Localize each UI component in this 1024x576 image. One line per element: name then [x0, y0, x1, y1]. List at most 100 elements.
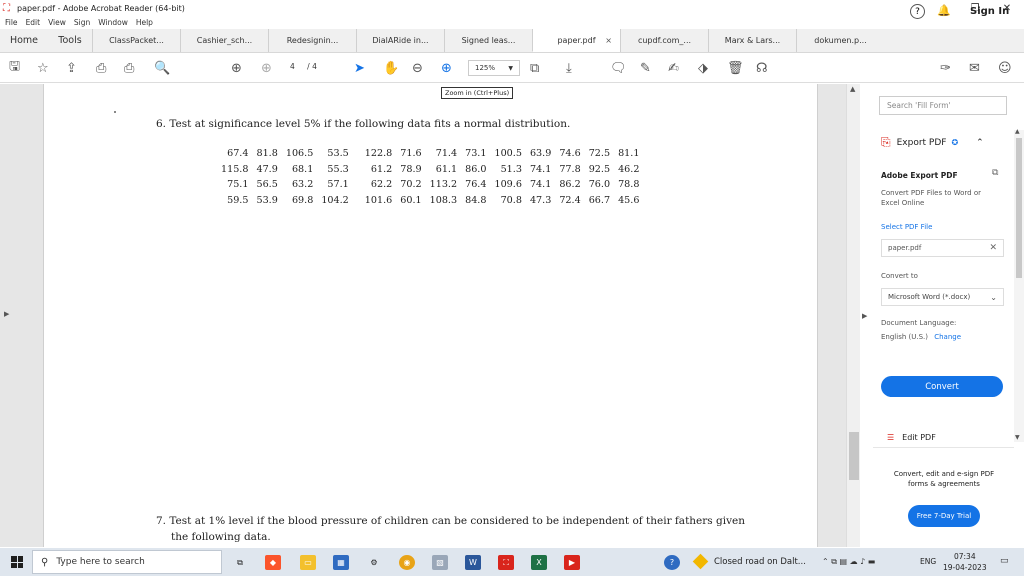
help-icon[interactable]: ? [910, 4, 925, 19]
fill-sign-icon[interactable]: ✑ [940, 60, 951, 76]
panel-scrollbar[interactable] [1014, 130, 1024, 442]
stamp-icon[interactable]: ⬗ [698, 60, 708, 76]
free-trial-button[interactable]: Free 7-Day Trial [908, 505, 980, 527]
table-cell: 53.5 [327, 148, 349, 160]
copy-icon[interactable]: ⧉ [992, 168, 998, 178]
export-description: Convert PDF Files to Word or Excel Onlin… [881, 189, 981, 207]
document-scrollbar[interactable]: ▲ [846, 84, 860, 547]
settings-gear-icon[interactable]: ⚙ [366, 555, 382, 570]
clock-date: 19-04-2023 [943, 563, 987, 572]
find-zoom-icon[interactable]: 🔍 [154, 60, 170, 76]
prev-page-icon[interactable]: ⊕ [231, 60, 242, 76]
edit-pdf-tool[interactable]: ☰ Edit PDF [887, 433, 936, 442]
input-language[interactable]: ENG [920, 557, 936, 566]
scroll-thumb[interactable] [849, 432, 859, 480]
tab-doc[interactable]: Cashier_sch... [180, 29, 268, 52]
tab-doc[interactable]: ClassPacket... [92, 29, 180, 52]
export-pdf-header[interactable]: ⎘ Export PDF ✪ ⌃ [881, 135, 984, 150]
table-cell: 56.5 [256, 179, 278, 191]
zoom-out-icon[interactable]: ⊖ [412, 60, 423, 76]
highlight-pen-icon[interactable]: ✎ [640, 60, 651, 76]
upload-cloud-icon[interactable]: ⇪ [66, 60, 77, 76]
scroll-mode-icon[interactable]: ⤓ [566, 60, 572, 76]
menu-sign[interactable]: Sign [74, 18, 90, 27]
save-icon[interactable]: 🖫 [9, 59, 20, 76]
menu-window[interactable]: Window [98, 18, 128, 27]
panel-scroll-down-icon[interactable]: ▼ [1015, 434, 1020, 441]
document-area[interactable]: ▶ 6. Test at significance level 5% if th… [0, 84, 846, 547]
tab-doc-active[interactable]: paper.pdf × [532, 29, 620, 52]
notifications-icon[interactable]: ▭ [1000, 556, 1009, 566]
page-current[interactable]: 4 [290, 62, 295, 71]
acrobat-taskbar-icon[interactable]: ⛶ [498, 555, 514, 570]
tab-doc[interactable]: Redesignin... [268, 29, 356, 52]
file-field[interactable]: paper.pdf ✕ [881, 239, 1004, 257]
tab-doc[interactable]: cupdf.com_... [620, 29, 708, 52]
draw-icon[interactable]: ✍ [668, 60, 679, 76]
page-indicator[interactable]: 4 / 4 [290, 62, 317, 71]
tab-doc[interactable]: Signed leas... [444, 29, 532, 52]
clock[interactable]: 07:34 19-04-2023 [943, 551, 987, 573]
close-tab-icon[interactable]: × [605, 36, 612, 45]
bookmark-star-icon[interactable]: ☆ [37, 60, 49, 76]
export-status-icon: ✪ [951, 138, 959, 147]
menu-file[interactable]: File [5, 18, 18, 27]
menu-view[interactable]: View [48, 18, 66, 27]
mail-icon[interactable]: ✉ [969, 60, 980, 76]
zoom-select[interactable]: 125% ▼ [468, 60, 520, 76]
next-page-icon[interactable]: ⊕ [261, 60, 272, 76]
share-file-icon[interactable]: ⎙ [96, 60, 106, 76]
convert-to-select[interactable]: Microsoft Word (*.docx) ⌄ [881, 288, 1004, 306]
photos-icon[interactable]: ▧ [432, 555, 448, 570]
chrome-icon[interactable]: ◉ [399, 555, 415, 570]
tab-home[interactable]: Home [0, 29, 48, 52]
bell-icon[interactable]: 🔔 [937, 4, 951, 17]
page-display-icon[interactable]: ⧉ [530, 60, 539, 76]
tab-doc[interactable]: dokumen.p... [796, 29, 884, 52]
comment-icon[interactable]: 🗨 [610, 60, 627, 76]
panel-scroll-thumb[interactable] [1016, 138, 1022, 278]
file-explorer-icon[interactable]: ▭ [300, 555, 316, 570]
table-cell: 73.1 [465, 148, 487, 160]
tab-tools[interactable]: Tools [48, 29, 92, 52]
table-cell: 71.4 [435, 148, 458, 160]
weather-widget[interactable]: Closed road on Dalt... [692, 553, 806, 570]
taskbar-search-input[interactable]: ⚲ Type here to search [32, 550, 222, 574]
system-tray-icons[interactable]: ⌃ ⧉ ▤ ☁ ♪ ▬ [822, 557, 875, 567]
print-icon[interactable]: ⎙ [124, 60, 134, 76]
tab-label: Signed leas... [461, 36, 516, 45]
select-arrow-icon[interactable]: ➤ [354, 60, 365, 76]
brave-browser-icon[interactable]: ◆ [265, 555, 281, 570]
change-language-link[interactable]: Change [934, 333, 961, 341]
hand-tool-icon[interactable]: ✋ [383, 60, 399, 76]
left-pane-toggle-icon[interactable]: ▶ [4, 310, 9, 318]
link-icon[interactable]: ☊ [756, 60, 768, 76]
sign-in-button[interactable]: Sign In [970, 6, 1009, 17]
search-fill-form-input[interactable]: Search 'Fill Form' [879, 96, 1007, 115]
excel-icon[interactable]: X [531, 555, 547, 570]
select-file-link[interactable]: Select PDF File [881, 223, 932, 231]
edit-pdf-label: Edit PDF [902, 433, 936, 442]
chevron-up-icon[interactable]: ⌃ [976, 138, 984, 148]
tab-doc[interactable]: Marx & Lars... [708, 29, 796, 52]
delete-icon[interactable]: 🗑 [727, 60, 744, 76]
zoom-in-icon[interactable]: ⊕ [441, 60, 452, 76]
account-icon[interactable]: ☺ [998, 60, 1012, 76]
title-bar: ⛶ paper.pdf - Adobe Acrobat Reader (64-b… [0, 0, 1024, 16]
panel-scroll-up-icon[interactable]: ▲ [1015, 128, 1020, 135]
pdf-page[interactable]: 6. Test at significance level 5% if the … [43, 84, 818, 547]
menu-edit[interactable]: Edit [26, 18, 41, 27]
table-cell: 62.2 [370, 179, 393, 191]
convert-button[interactable]: Convert [881, 376, 1003, 397]
video-app-icon[interactable]: ▶ [564, 555, 580, 570]
calculator-icon[interactable]: ▦ [333, 555, 349, 570]
task-view-icon[interactable]: ⧉ [232, 555, 248, 570]
right-pane-toggle-icon[interactable]: ▶ [862, 312, 867, 320]
clear-file-icon[interactable]: ✕ [989, 243, 997, 253]
windows-start-icon[interactable] [11, 556, 23, 568]
help-app-icon[interactable]: ? [664, 555, 680, 570]
menu-help[interactable]: Help [136, 18, 153, 27]
word-icon[interactable]: W [465, 555, 481, 570]
tab-doc[interactable]: DialARide in... [356, 29, 444, 52]
scroll-up-icon[interactable]: ▲ [850, 85, 855, 93]
